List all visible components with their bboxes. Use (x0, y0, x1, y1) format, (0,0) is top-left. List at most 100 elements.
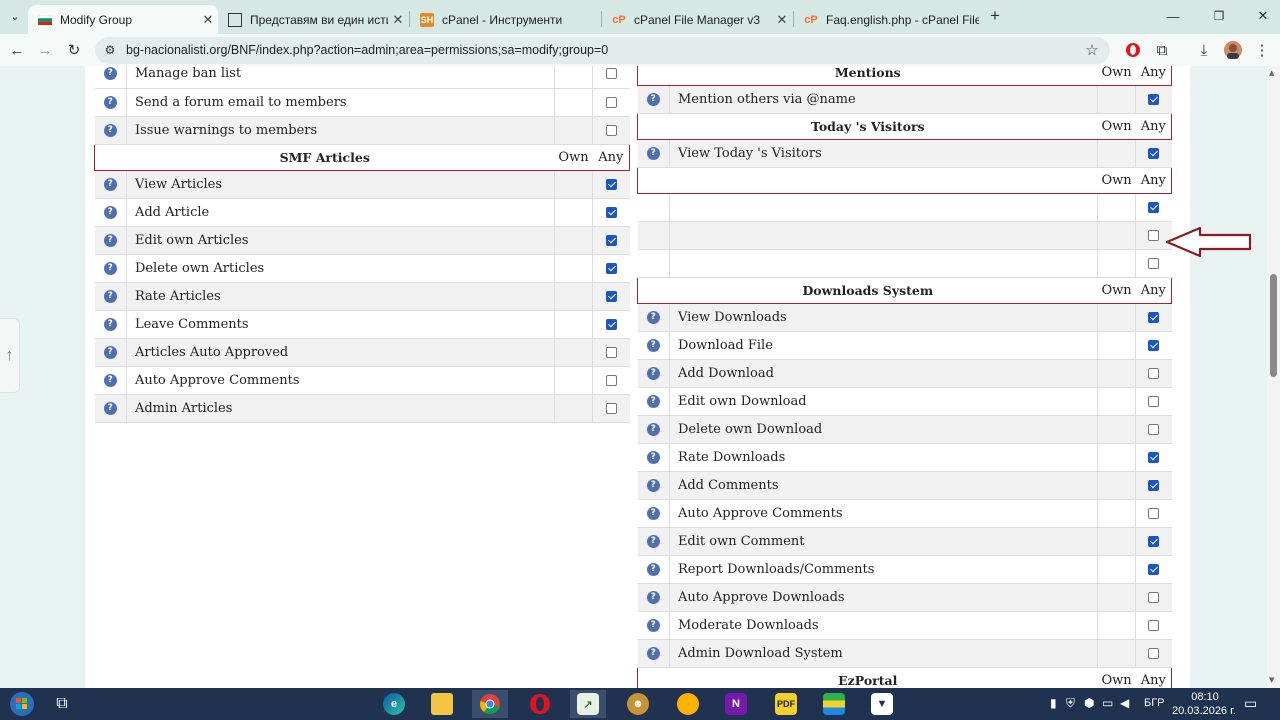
onenote-app-icon[interactable]: N (718, 690, 754, 718)
notepad-app-icon[interactable]: ↗ (570, 690, 606, 718)
help-icon[interactable]: ? (103, 67, 117, 81)
language-indicator[interactable]: БГР (1144, 697, 1165, 709)
help-icon[interactable]: ? (103, 95, 117, 109)
permission-checkbox[interactable] (1148, 312, 1160, 323)
help-icon[interactable]: ? (103, 177, 117, 191)
help-icon[interactable]: ? (646, 147, 660, 160)
help-icon[interactable]: ? (646, 619, 660, 632)
notifications-icon[interactable]: ▭ (1244, 695, 1257, 712)
start-button[interactable] (2, 690, 42, 718)
downloads-icon[interactable]: ⤓ (1193, 39, 1215, 61)
permission-checkbox[interactable] (605, 402, 617, 414)
task-view-icon[interactable]: ⧉ (44, 690, 80, 718)
permission-checkbox[interactable] (605, 262, 617, 274)
network-icon[interactable]: ▭ (1102, 696, 1113, 710)
permission-checkbox[interactable] (605, 206, 617, 218)
permission-checkbox[interactable] (605, 346, 617, 358)
close-window-icon[interactable]: ✕ (1252, 5, 1274, 27)
permission-checkbox[interactable] (1148, 258, 1160, 269)
new-tab-icon[interactable]: + (984, 5, 1006, 27)
permission-checkbox[interactable] (1148, 452, 1160, 463)
chrome-app-icon[interactable] (472, 690, 508, 718)
reload-icon[interactable]: ↻ (63, 39, 85, 61)
scroll-to-top-tab[interactable]: ↑ (0, 318, 20, 393)
profile-avatar[interactable] (1222, 39, 1244, 61)
opera-extension-icon[interactable] (1122, 39, 1144, 61)
volume-icon[interactable]: ◀ (1120, 696, 1129, 710)
help-icon[interactable]: ? (103, 317, 117, 331)
pdf-app-icon[interactable]: PDF (768, 690, 804, 718)
help-icon[interactable]: ? (103, 261, 117, 275)
help-icon[interactable]: ? (103, 345, 117, 359)
permission-checkbox[interactable] (1148, 564, 1160, 575)
help-icon[interactable]: ? (646, 507, 660, 520)
permission-checkbox[interactable] (605, 290, 617, 302)
help-icon[interactable]: ? (103, 233, 117, 247)
edge-app-icon[interactable]: e (376, 690, 412, 718)
tab-faq-english[interactable]: cP Faq.english.php - cPanel File M (794, 5, 979, 34)
restore-icon[interactable]: ❐ (1208, 5, 1230, 27)
permission-checkbox[interactable] (1148, 480, 1160, 491)
permission-checkbox[interactable] (1148, 508, 1160, 519)
security-icon[interactable]: ⬢ (1084, 696, 1094, 710)
page-scrollbar[interactable]: ▲ ▼ (1267, 66, 1280, 688)
bookmark-star-icon[interactable]: ☆ (1081, 39, 1103, 61)
clock-time[interactable]: 08:10 (1187, 691, 1223, 703)
permission-checkbox[interactable] (1148, 94, 1160, 105)
permission-checkbox[interactable] (1148, 368, 1160, 379)
tab-modify-group[interactable]: Modify Group ✕ (28, 5, 218, 34)
permission-checkbox[interactable] (605, 96, 617, 108)
scrollbar-thumb[interactable] (1270, 274, 1277, 377)
tab-predstavyam[interactable]: Представям ви един истински ✕ (218, 5, 408, 34)
help-icon[interactable]: ? (103, 123, 117, 137)
opera-app-icon[interactable] (522, 690, 558, 718)
help-icon[interactable]: ? (103, 289, 117, 303)
close-tab-icon[interactable]: ✕ (198, 12, 218, 28)
forward-icon[interactable]: → (34, 39, 56, 61)
permission-checkbox[interactable] (1148, 648, 1160, 659)
extensions-icon[interactable]: ⧉ (1151, 39, 1173, 61)
help-icon[interactable]: ? (646, 451, 660, 464)
permission-checkbox[interactable] (1148, 620, 1160, 631)
help-icon[interactable]: ? (646, 367, 660, 380)
clock-date[interactable]: 20.03.2026 г. (1172, 705, 1236, 717)
help-icon[interactable]: ? (646, 423, 660, 436)
menu-icon[interactable]: ⋮ (1251, 39, 1273, 61)
close-tab-icon[interactable]: ✕ (772, 12, 792, 28)
help-icon[interactable]: ? (646, 339, 660, 352)
help-icon[interactable]: ? (646, 647, 660, 660)
permission-checkbox[interactable] (1148, 592, 1160, 603)
close-tab-icon[interactable]: ✕ (388, 12, 408, 28)
permission-checkbox[interactable] (1148, 230, 1160, 241)
permission-checkbox[interactable] (605, 234, 617, 246)
back-icon[interactable]: ← (6, 39, 28, 61)
permission-checkbox[interactable] (605, 374, 617, 386)
permission-checkbox[interactable] (605, 124, 617, 136)
permission-checkbox[interactable] (1148, 340, 1160, 351)
battery-icon[interactable]: ▮ (1050, 696, 1057, 710)
address-bar[interactable]: ⚙ bg-nacionalisti.org/BNF/index.php?acti… (95, 37, 1110, 64)
weather-app-icon[interactable] (670, 690, 706, 718)
permission-checkbox[interactable] (1148, 424, 1160, 435)
tab-cpanel-file-manager[interactable]: cP cPanel File Manager v3 ✕ (602, 5, 792, 34)
tab-search-icon[interactable]: ⌄ (4, 5, 26, 27)
paint-app-icon[interactable]: ☻ (620, 690, 656, 718)
help-icon[interactable]: ? (646, 93, 660, 106)
permission-checkbox[interactable] (605, 318, 617, 330)
help-icon[interactable]: ? (103, 373, 117, 387)
tab-cpanel-tools[interactable]: SH cPanel - Инструменти (410, 5, 600, 34)
permission-checkbox[interactable] (605, 178, 617, 190)
file-explorer-icon[interactable] (424, 690, 460, 718)
permission-checkbox[interactable] (1148, 202, 1160, 213)
help-icon[interactable]: ? (646, 311, 660, 324)
permission-checkbox[interactable] (1148, 536, 1160, 547)
help-icon[interactable]: ? (646, 479, 660, 492)
help-icon[interactable]: ? (103, 205, 117, 219)
help-icon[interactable]: ? (646, 591, 660, 604)
permission-checkbox[interactable] (605, 68, 617, 80)
permission-checkbox[interactable] (1148, 396, 1160, 407)
site-info-icon[interactable]: ⚙ (99, 39, 121, 61)
minimize-icon[interactable]: — (1162, 5, 1184, 27)
shield-icon[interactable]: ⛨ (1066, 696, 1075, 711)
help-icon[interactable]: ? (646, 535, 660, 548)
